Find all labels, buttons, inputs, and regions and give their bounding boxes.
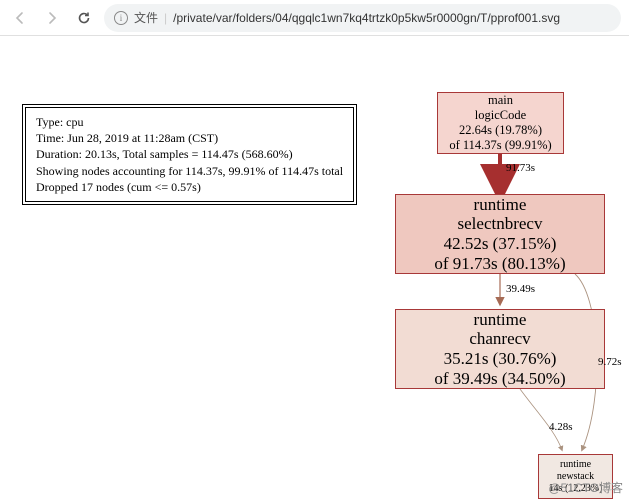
edge-chanrecv-to-newstack — [520, 389, 562, 450]
browser-toolbar: i 文件 | /private/var/folders/04/qgqlc1wn7… — [0, 0, 629, 36]
info-icon: i — [114, 11, 128, 25]
graph-canvas: Type: cpu Time: Jun 28, 2019 at 11:28am … — [0, 36, 629, 500]
legend-time: Time: Jun 28, 2019 at 11:28am (CST) — [36, 130, 343, 146]
node-runtime-selectnbrecv[interactable]: runtime selectnbrecv 42.52s (37.15%) of … — [395, 194, 605, 274]
node-fn: chanrecv — [469, 329, 530, 349]
node-flat: 35.21s (30.76%) — [444, 349, 557, 369]
url-scheme-label: 文件 — [134, 9, 158, 26]
node-pkg: runtime — [560, 459, 591, 471]
edge-label-4: 4.28s — [549, 421, 573, 433]
legend-showing: Showing nodes accounting for 114.37s, 99… — [36, 163, 343, 179]
node-pkg: runtime — [474, 310, 527, 330]
node-cum: of 91.73s (80.13%) — [434, 254, 565, 274]
node-fn: selectnbrecv — [458, 214, 543, 234]
reload-button[interactable] — [72, 6, 96, 30]
legend-box: Type: cpu Time: Jun 28, 2019 at 11:28am … — [22, 104, 357, 205]
node-flat: 22.64s (19.78%) — [459, 123, 542, 138]
node-pkg: runtime — [474, 195, 527, 215]
url-separator: | — [164, 11, 167, 25]
node-fn: logicCode — [475, 108, 526, 123]
edge-label-1: 91.73s — [506, 162, 535, 174]
back-button[interactable] — [8, 6, 32, 30]
edge-label-3: 9.72s — [598, 356, 622, 368]
watermark: @51CTO博客 — [548, 479, 623, 496]
node-cum: of 114.37s (99.91%) — [449, 138, 551, 153]
node-main-logiccode[interactable]: main logicCode 22.64s (19.78%) of 114.37… — [437, 92, 564, 154]
legend-dropped: Dropped 17 nodes (cum <= 0.57s) — [36, 179, 343, 195]
url-path: /private/var/folders/04/qgqlc1wn7kq4trtz… — [173, 11, 560, 25]
legend-duration: Duration: 20.13s, Total samples = 114.47… — [36, 146, 343, 162]
node-pkg: main — [488, 93, 513, 108]
legend-type: Type: cpu — [36, 114, 343, 130]
address-bar[interactable]: i 文件 | /private/var/folders/04/qgqlc1wn7… — [104, 4, 621, 32]
edge-label-2: 39.49s — [506, 283, 535, 295]
node-flat: 42.52s (37.15%) — [444, 234, 557, 254]
node-runtime-chanrecv[interactable]: runtime chanrecv 35.21s (30.76%) of 39.4… — [395, 309, 605, 389]
forward-button[interactable] — [40, 6, 64, 30]
node-cum: of 39.49s (34.50%) — [434, 369, 565, 389]
